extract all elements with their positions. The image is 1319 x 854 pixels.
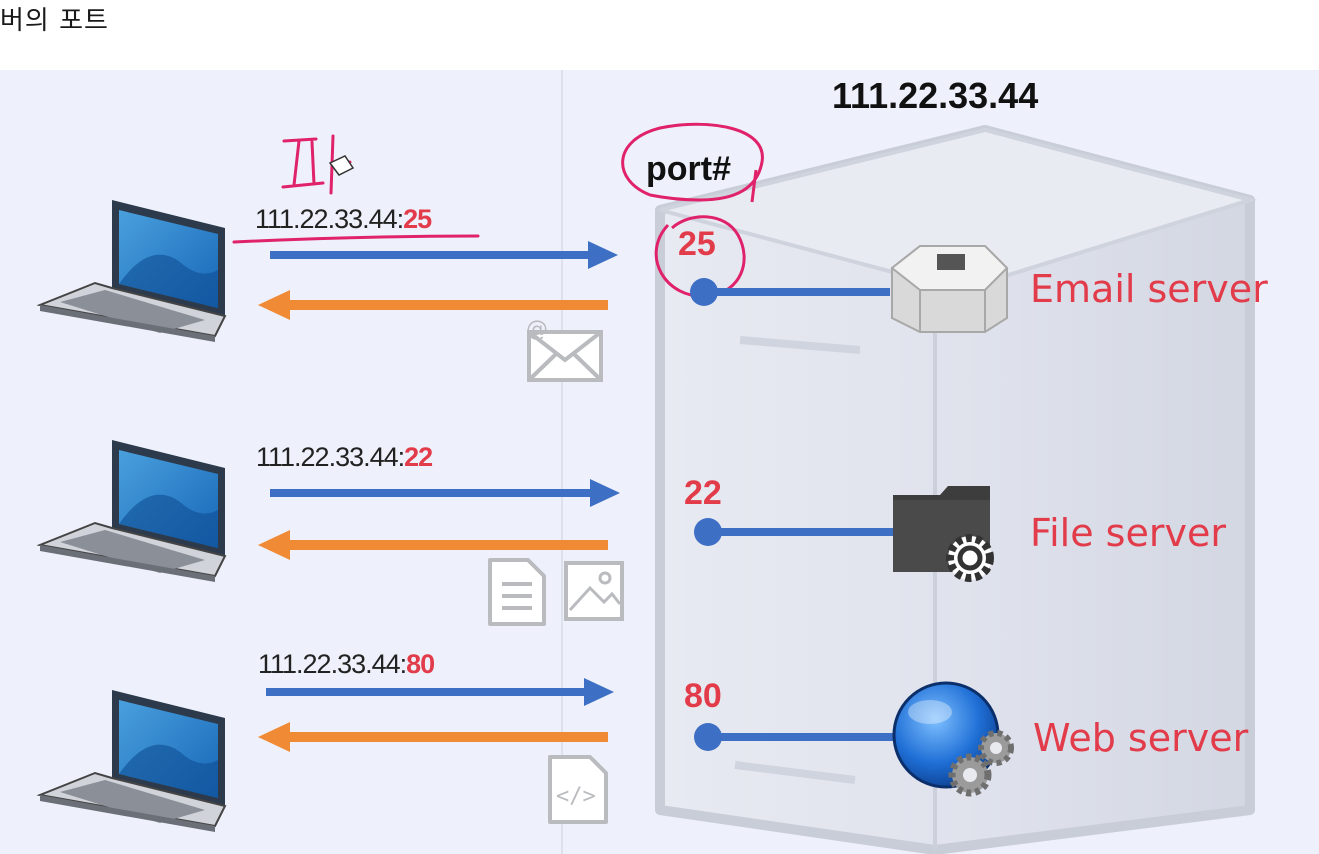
svg-text:@: @: [526, 317, 548, 342]
handwritten-mark: [281, 134, 355, 195]
request-arrowhead: [588, 241, 618, 269]
address-port: 22: [404, 442, 432, 472]
port-diagram: 111.22.33.44 port# 111.22.33.44:25 @ 25 …: [36, 70, 1268, 854]
address-host: 111.22.33.44:: [255, 204, 403, 234]
laptop-icon: [36, 690, 227, 832]
svg-text:</>: </>: [556, 784, 596, 809]
server-label: File server: [1030, 511, 1226, 555]
address-text: 111.22.33.44:25: [255, 204, 432, 234]
document-icon: [488, 558, 546, 626]
address-host: 111.22.33.44:: [256, 442, 404, 472]
address-port: 80: [406, 649, 434, 679]
image-icon: [564, 561, 624, 621]
port-dot: [690, 278, 718, 306]
port-dot: [694, 723, 722, 751]
port-column-label: port#: [646, 150, 731, 188]
request-arrowhead: [590, 479, 620, 507]
port-number: 25: [678, 225, 716, 263]
header-strip: [0, 0, 1319, 70]
slide: 111.22.33.44 port# 111.22.33.44:25 @ 25 …: [0, 70, 1319, 854]
server-label: Web server: [1033, 716, 1249, 760]
mail-server-icon: [890, 245, 1009, 333]
laptop-icon: [36, 200, 227, 342]
page-title: 버의 포트: [0, 6, 109, 36]
email-icon: @: [526, 317, 603, 382]
port-number: 22: [684, 474, 722, 512]
address-port: 25: [403, 204, 432, 234]
address-text: 111.22.33.44:80: [258, 649, 434, 679]
port-number: 80: [684, 677, 722, 715]
server-label: Email server: [1030, 267, 1268, 311]
port-dot: [694, 518, 722, 546]
server-ip: 111.22.33.44: [832, 75, 1038, 116]
code-file-icon: </>: [548, 755, 608, 824]
request-arrowhead: [584, 678, 614, 706]
address-host: 111.22.33.44:: [258, 649, 406, 679]
response-arrowhead: [258, 290, 290, 320]
laptop-icon: [36, 440, 227, 582]
response-arrowhead: [258, 530, 290, 560]
response-arrowhead: [258, 722, 290, 752]
address-underline-annotation: [232, 234, 480, 244]
address-text: 111.22.33.44:22: [256, 442, 432, 472]
file-server-icon: [893, 486, 994, 582]
